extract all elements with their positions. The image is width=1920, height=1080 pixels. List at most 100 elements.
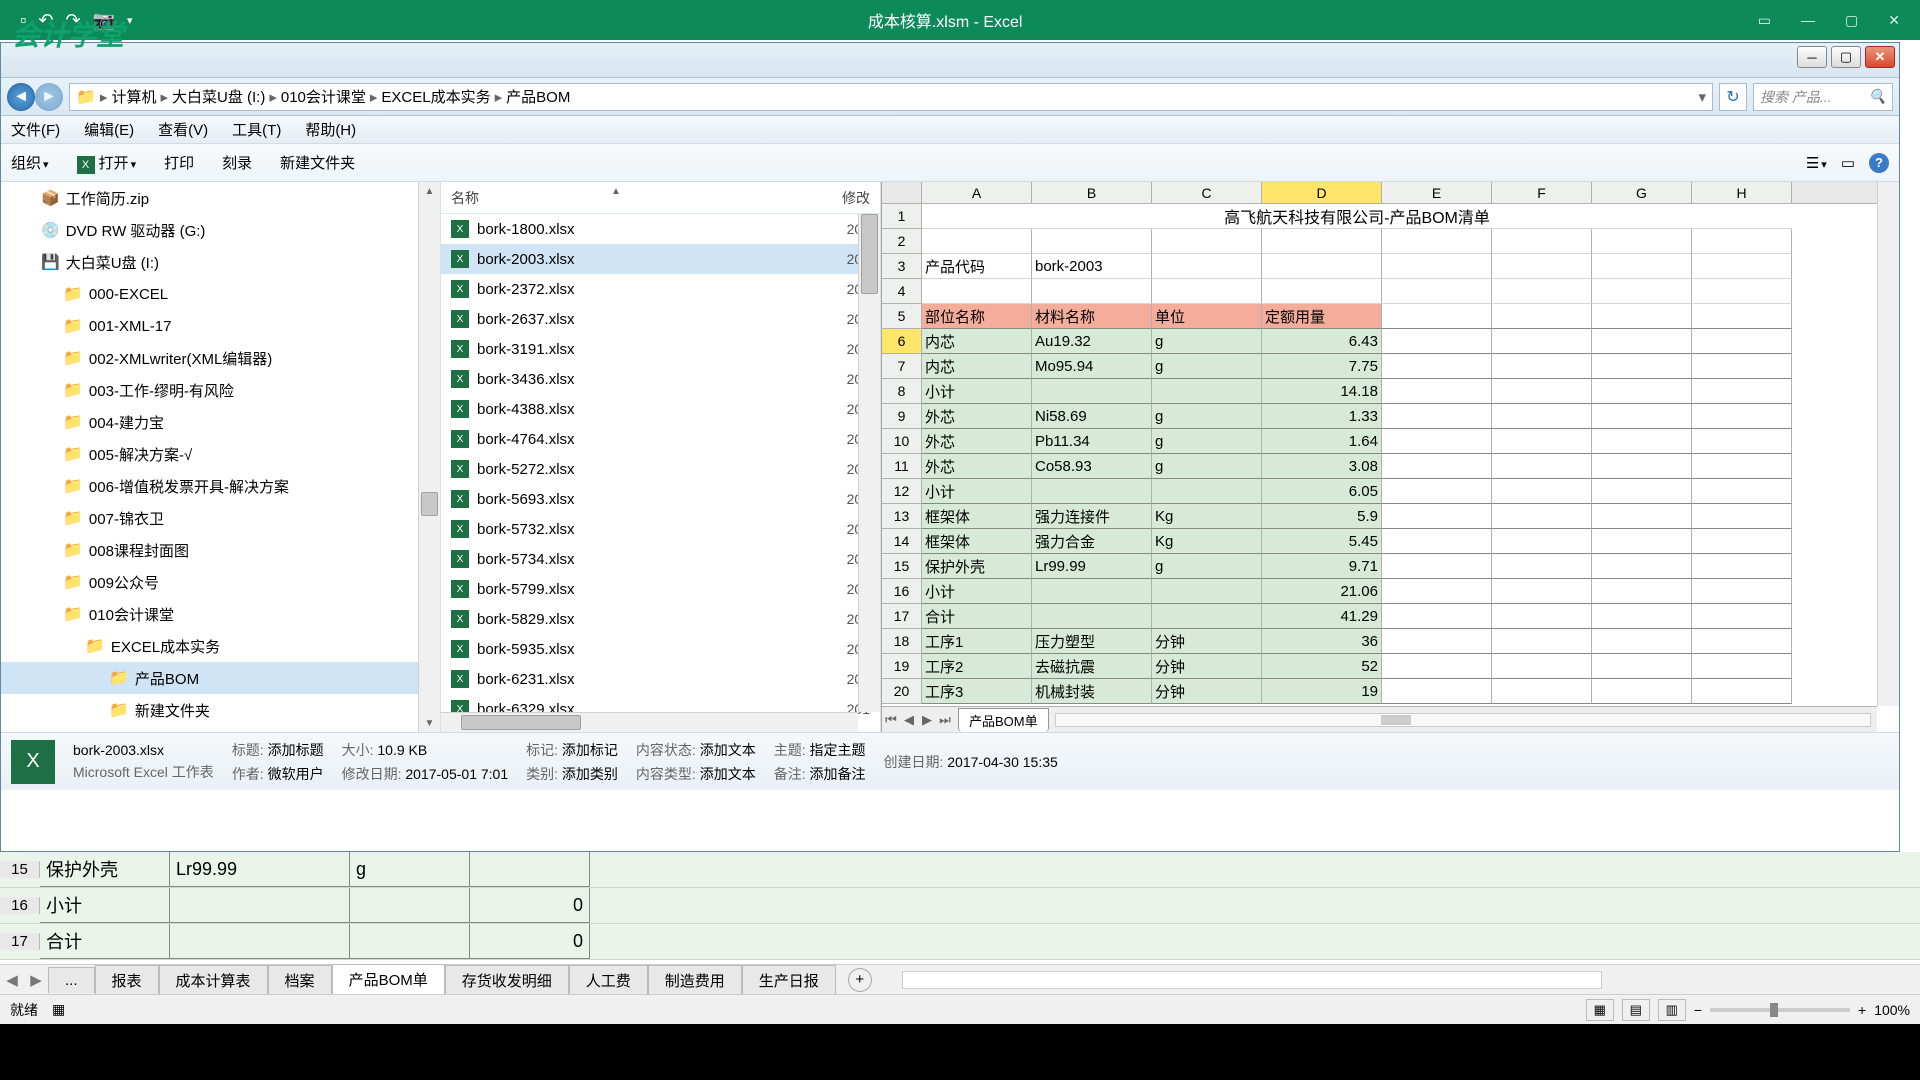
menu-file[interactable]: 文件(F) xyxy=(11,119,60,140)
tree-item[interactable]: 📦工作简历.zip xyxy=(1,182,440,214)
explorer-minimize-icon[interactable]: ─ xyxy=(1797,46,1827,68)
preview-data-row[interactable]: 10外芯Pb11.34g1.64 xyxy=(882,429,1877,454)
file-row[interactable]: Xbork-5272.xlsx201 xyxy=(441,454,880,484)
preview-data-row[interactable]: 12小计6.05 xyxy=(882,479,1877,504)
preview-data-row[interactable]: 15保护外壳Lr99.99g9.71 xyxy=(882,554,1877,579)
tree-item[interactable]: 📁006-增值税发票开具-解决方案 xyxy=(1,470,440,502)
explorer-maximize-icon[interactable]: ▢ xyxy=(1831,46,1861,68)
tree-item[interactable]: 📁003-工作-缪明-有风险 xyxy=(1,374,440,406)
sheet-tab[interactable]: 档案 xyxy=(268,965,332,995)
menu-help[interactable]: 帮助(H) xyxy=(305,119,356,140)
redo-icon[interactable]: ↷ xyxy=(65,10,80,31)
col-header[interactable]: D xyxy=(1262,182,1382,203)
add-sheet-button[interactable]: + xyxy=(848,968,872,992)
sheet-tab[interactable]: 生产日报 xyxy=(742,965,836,995)
breadcrumb-seg[interactable]: 产品BOM xyxy=(506,86,570,107)
tree-item[interactable]: 📁009公众号 xyxy=(1,566,440,598)
minimize-icon[interactable]: — xyxy=(1801,12,1815,29)
file-row[interactable]: Xbork-5732.xlsx201 xyxy=(441,514,880,544)
col-header[interactable]: A xyxy=(922,182,1032,203)
sheet-hscrollbar[interactable] xyxy=(902,971,1602,989)
tree-item[interactable]: 📁新建文件夹 xyxy=(1,694,440,726)
file-row[interactable]: Xbork-5734.xlsx201 xyxy=(441,544,880,574)
col-header[interactable]: E xyxy=(1382,182,1492,203)
col-date[interactable]: 修改 xyxy=(842,188,870,208)
view-mode-button[interactable]: ☰▾ xyxy=(1806,154,1827,172)
tree-item[interactable]: 📁004-建力宝 xyxy=(1,406,440,438)
breadcrumb-seg[interactable]: EXCEL成本实务 xyxy=(381,86,490,107)
breadcrumb-seg[interactable]: 计算机 xyxy=(111,86,156,107)
tree-item[interactable]: 📁001-XML-17 xyxy=(1,310,440,342)
file-row[interactable]: Xbork-3436.xlsx201 xyxy=(441,364,880,394)
preview-pane-button[interactable]: ▭ xyxy=(1841,154,1855,172)
sheet-tab[interactable]: 成本计算表 xyxy=(159,965,268,995)
refresh-button[interactable]: ↻ xyxy=(1719,83,1747,111)
breadcrumb-seg[interactable]: 大白菜U盘 (I:) xyxy=(172,86,265,107)
forward-button[interactable]: ► xyxy=(35,83,63,111)
tree-item[interactable]: 📁000-EXCEL xyxy=(1,278,440,310)
zoom-level[interactable]: 100% xyxy=(1874,1002,1910,1018)
file-row[interactable]: Xbork-6231.xlsx201 xyxy=(441,664,880,694)
tree-item[interactable]: 📁EXCEL成本实务 xyxy=(1,630,440,662)
file-row[interactable]: Xbork-4764.xlsx201 xyxy=(441,424,880,454)
file-list-header[interactable]: 名称 ▲ 修改 xyxy=(441,182,880,214)
burn-button[interactable]: 刻录 xyxy=(222,152,252,173)
next-sheet-icon[interactable]: ▶ xyxy=(918,712,936,728)
file-row[interactable]: Xbork-2637.xlsx201 xyxy=(441,304,880,334)
tree-item[interactable]: 📁产品BOM xyxy=(1,662,440,694)
sheet-next-icon[interactable]: ▶ xyxy=(24,971,48,989)
breadcrumb-seg[interactable]: 010会计课堂 xyxy=(281,86,366,107)
sheet-tab[interactable]: 人工费 xyxy=(569,965,648,995)
camera-icon[interactable]: 📷 xyxy=(93,10,115,31)
col-header[interactable]: C xyxy=(1152,182,1262,203)
preview-data-row[interactable]: 11外芯Co58.93g3.08 xyxy=(882,454,1877,479)
undo-icon[interactable]: ↶ xyxy=(38,10,53,31)
file-vscrollbar[interactable] xyxy=(858,214,880,712)
file-hscrollbar[interactable] xyxy=(441,712,858,732)
sheet-prev-icon[interactable]: ◀ xyxy=(0,971,24,989)
file-row[interactable]: Xbork-5799.xlsx201 xyxy=(441,574,880,604)
sheet-tab[interactable]: 产品BOM单 xyxy=(332,964,445,996)
file-row[interactable]: Xbork-5829.xlsx201 xyxy=(441,604,880,634)
normal-view-icon[interactable]: ▦ xyxy=(1586,999,1614,1021)
explorer-close-icon[interactable]: ✕ xyxy=(1865,46,1895,68)
preview-data-row[interactable]: 7内芯Mo95.94g7.75 xyxy=(882,354,1877,379)
tree-item[interactable]: 💾大白菜U盘 (I:) xyxy=(1,246,440,278)
sheet-tab[interactable]: ... xyxy=(48,967,95,993)
print-button[interactable]: 打印 xyxy=(164,152,194,173)
open-button[interactable]: X打开▾ xyxy=(77,152,137,174)
preview-data-row[interactable]: 18工序1压力塑型分钟36 xyxy=(882,629,1877,654)
last-sheet-icon[interactable]: ⏭ xyxy=(936,712,954,728)
layout-view-icon[interactable]: ▤ xyxy=(1622,999,1650,1021)
help-icon[interactable]: ? xyxy=(1869,153,1889,173)
back-button[interactable]: ◄ xyxy=(7,83,35,111)
preview-data-row[interactable]: 16小计21.06 xyxy=(882,579,1877,604)
preview-data-row[interactable]: 13框架体强力连接件Kg5.9 xyxy=(882,504,1877,529)
tree-item[interactable]: 💿DVD RW 驱动器 (G:) xyxy=(1,214,440,246)
preview-data-row[interactable]: 8小计14.18 xyxy=(882,379,1877,404)
menu-view[interactable]: 查看(V) xyxy=(158,119,208,140)
col-header[interactable]: F xyxy=(1492,182,1592,203)
ribbon-options-icon[interactable]: ▭ xyxy=(1758,12,1771,29)
sheet-tab[interactable]: 报表 xyxy=(95,965,159,995)
preview-data-row[interactable]: 20工序3机械封装分钟19 xyxy=(882,679,1877,704)
save-icon[interactable]: ▫ xyxy=(20,10,26,31)
prev-sheet-icon[interactable]: ◀ xyxy=(900,712,918,728)
file-row[interactable]: Xbork-5693.xlsx201 xyxy=(441,484,880,514)
zoom-out-icon[interactable]: − xyxy=(1694,1002,1702,1018)
tree-item[interactable]: 📁007-锦衣卫 xyxy=(1,502,440,534)
preview-data-row[interactable]: 17合计41.29 xyxy=(882,604,1877,629)
file-row[interactable]: Xbork-2372.xlsx201 xyxy=(441,274,880,304)
first-sheet-icon[interactable]: ⏮ xyxy=(882,712,900,728)
close-icon[interactable]: ✕ xyxy=(1888,12,1900,29)
maximize-icon[interactable]: ▢ xyxy=(1845,12,1858,29)
sheet-tab[interactable]: 制造费用 xyxy=(648,965,742,995)
col-header[interactable]: G xyxy=(1592,182,1692,203)
file-row[interactable]: Xbork-2003.xlsx201 xyxy=(441,244,880,274)
zoom-slider[interactable] xyxy=(1710,1008,1850,1012)
bg-row[interactable]: 15保护外壳Lr99.99g xyxy=(0,852,1920,888)
col-header[interactable]: H xyxy=(1692,182,1792,203)
preview-data-row[interactable]: 14框架体强力合金Kg5.45 xyxy=(882,529,1877,554)
preview-data-row[interactable]: 9外芯Ni58.69g1.33 xyxy=(882,404,1877,429)
file-row[interactable]: Xbork-1800.xlsx201 xyxy=(441,214,880,244)
